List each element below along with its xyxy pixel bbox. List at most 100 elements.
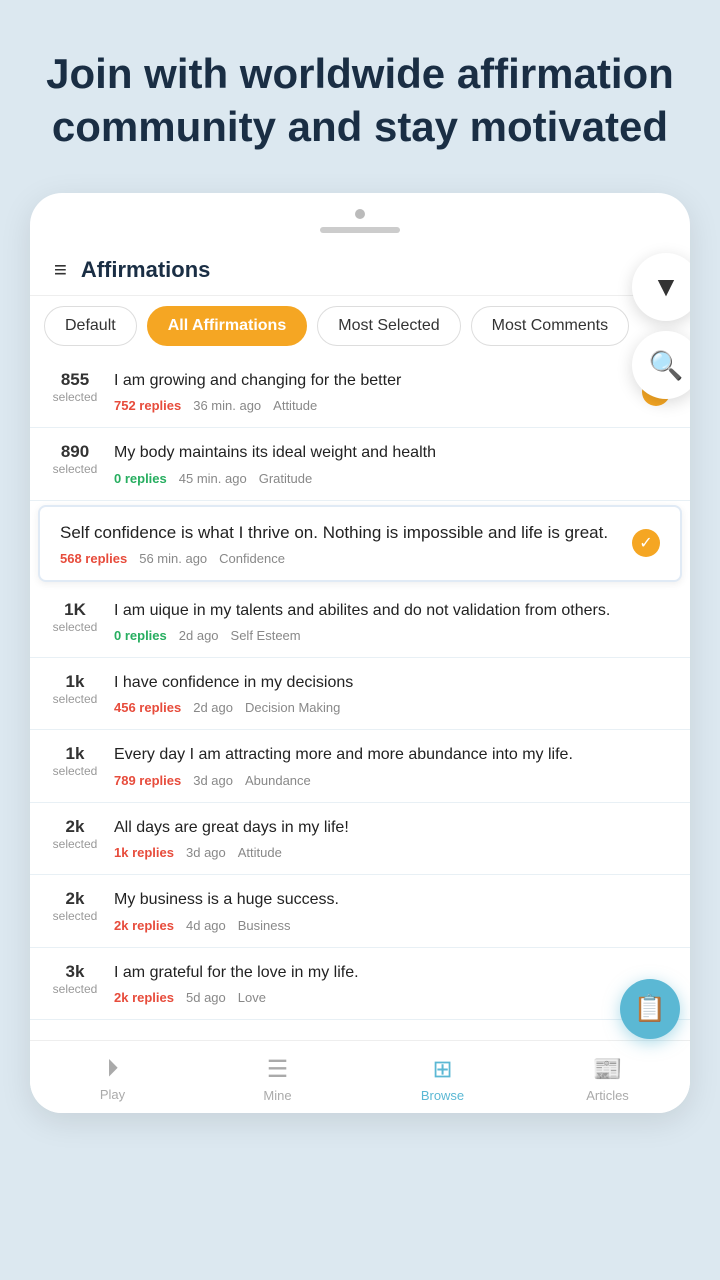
affirmation-meta: 456 replies 2d ago Decision Making <box>114 700 670 715</box>
affirmation-text: Every day I am attracting more and more … <box>114 744 670 766</box>
nav-browse-label: Browse <box>421 1088 464 1103</box>
replies-count: 2k replies <box>114 990 174 1005</box>
articles-icon: 📰 <box>593 1055 623 1084</box>
affirmation-text: Self confidence is what I thrive on. Not… <box>60 521 618 545</box>
affirmation-item[interactable]: 1K selected I am uique in my talents and… <box>30 586 690 658</box>
selected-count: 1k selected <box>50 672 100 706</box>
affirmation-meta: 1k replies 3d ago Attitude <box>114 845 670 860</box>
affirmation-text: I am grateful for the love in my life. <box>114 962 670 984</box>
nav-play[interactable]: ⏵ Play <box>30 1051 195 1107</box>
category: Abundance <box>245 773 311 788</box>
selected-count: 2k selected <box>50 817 100 851</box>
nav-articles-label: Articles <box>586 1088 629 1103</box>
hero-section: Join with worldwide affirmation communit… <box>0 0 720 153</box>
selected-count: 855 selected <box>50 370 100 404</box>
nav-mine-label: Mine <box>263 1088 291 1103</box>
affirmation-text: My business is a huge success. <box>114 889 670 911</box>
time-ago: 45 min. ago <box>179 471 247 486</box>
bottom-nav: ⏵ Play ☰ Mine ⊞ Browse 📰 Articles <box>30 1040 690 1113</box>
category: Self Esteem <box>231 628 301 643</box>
replies-count: 789 replies <box>114 773 181 788</box>
floating-buttons: ▼ 🔍 <box>632 253 690 399</box>
time-ago: 5d ago <box>186 990 226 1005</box>
search-icon: 🔍 <box>649 349 684 382</box>
affirmation-item[interactable]: 890 selected My body maintains its ideal… <box>30 428 690 500</box>
time-ago: 36 min. ago <box>193 398 261 413</box>
affirmation-content: Self confidence is what I thrive on. Not… <box>60 521 618 566</box>
affirmation-meta: 752 replies 36 min. ago Attitude <box>114 398 628 413</box>
time-ago: 3d ago <box>186 845 226 860</box>
replies-count: 0 replies <box>114 628 167 643</box>
filter-tabs: Default All Affirmations Most Selected M… <box>30 296 690 356</box>
nav-browse[interactable]: ⊞ Browse <box>360 1051 525 1107</box>
phone-card: ▼ 🔍 ≡ Affirmations Default All Affirmati… <box>30 193 690 1113</box>
affirmation-item[interactable]: 1k selected I have confidence in my deci… <box>30 658 690 730</box>
category: Decision Making <box>245 700 340 715</box>
affirmation-content: I am uique in my talents and abilites an… <box>114 600 670 643</box>
mine-icon: ☰ <box>267 1055 289 1084</box>
selected-count: 1k selected <box>50 744 100 778</box>
affirmation-content: My body maintains its ideal weight and h… <box>114 442 670 485</box>
replies-count: 456 replies <box>114 700 181 715</box>
tab-most-selected[interactable]: Most Selected <box>317 306 460 346</box>
affirmation-item[interactable]: 2k selected My business is a huge succes… <box>30 875 690 947</box>
affirmation-meta: 568 replies 56 min. ago Confidence <box>60 551 618 566</box>
affirmation-item[interactable]: 855 selected I am growing and changing f… <box>30 356 690 428</box>
affirmation-content: Every day I am attracting more and more … <box>114 744 670 787</box>
affirmation-item-highlighted[interactable]: Self confidence is what I thrive on. Not… <box>38 505 682 582</box>
affirmation-text: I am uique in my talents and abilites an… <box>114 600 670 622</box>
nav-play-label: Play <box>100 1087 125 1102</box>
affirmation-meta: 789 replies 3d ago Abundance <box>114 773 670 788</box>
selected-count: 2k selected <box>50 889 100 923</box>
fab-button[interactable]: 📋 <box>620 979 680 1039</box>
search-button[interactable]: 🔍 <box>632 331 690 399</box>
affirmation-meta: 0 replies 2d ago Self Esteem <box>114 628 670 643</box>
time-ago: 3d ago <box>193 773 233 788</box>
time-ago: 56 min. ago <box>139 551 207 566</box>
highlighted-item-wrapper: 🌿 920 selected Self confidence is what I… <box>30 505 690 582</box>
selected-count: 890 selected <box>50 442 100 476</box>
header-title: Affirmations <box>81 257 211 283</box>
affirmation-item[interactable]: 1k selected Every day I am attracting mo… <box>30 730 690 802</box>
nav-mine[interactable]: ☰ Mine <box>195 1051 360 1107</box>
menu-icon[interactable]: ≡ <box>54 257 67 283</box>
replies-count: 752 replies <box>114 398 181 413</box>
time-ago: 2d ago <box>193 700 233 715</box>
category: Attitude <box>273 398 317 413</box>
phone-notch <box>320 227 400 233</box>
affirmation-list: 855 selected I am growing and changing f… <box>30 356 690 1020</box>
filter-icon: ▼ <box>652 271 680 303</box>
hero-title: Join with worldwide affirmation communit… <box>40 48 680 153</box>
filter-button[interactable]: ▼ <box>632 253 690 321</box>
category: Love <box>238 990 266 1005</box>
affirmation-item[interactable]: 3k selected I am grateful for the love i… <box>30 948 690 1020</box>
browse-icon: ⊞ <box>432 1055 452 1084</box>
affirmation-text: I am growing and changing for the better <box>114 370 628 392</box>
tab-default[interactable]: Default <box>44 306 137 346</box>
nav-articles[interactable]: 📰 Articles <box>525 1051 690 1107</box>
affirmation-meta: 0 replies 45 min. ago Gratitude <box>114 471 670 486</box>
affirmation-text: My body maintains its ideal weight and h… <box>114 442 670 464</box>
tab-all-affirmations[interactable]: All Affirmations <box>147 306 308 346</box>
selected-count: 1K selected <box>50 600 100 634</box>
category: Attitude <box>238 845 282 860</box>
category: Gratitude <box>259 471 312 486</box>
replies-count: 1k replies <box>114 845 174 860</box>
affirmation-meta: 2k replies 4d ago Business <box>114 918 670 933</box>
selected-count: 3k selected <box>50 962 100 996</box>
play-icon: ⏵ <box>107 1055 119 1083</box>
phone-dot <box>355 209 365 219</box>
replies-count: 0 replies <box>114 471 167 486</box>
affirmation-item[interactable]: 2k selected All days are great days in m… <box>30 803 690 875</box>
check-icon: ✓ <box>632 529 660 557</box>
tab-most-comments[interactable]: Most Comments <box>471 306 629 346</box>
replies-count: 2k replies <box>114 918 174 933</box>
category: Confidence <box>219 551 285 566</box>
app-header: ≡ Affirmations <box>30 245 690 296</box>
affirmation-text: I have confidence in my decisions <box>114 672 670 694</box>
time-ago: 4d ago <box>186 918 226 933</box>
affirmation-text: All days are great days in my life! <box>114 817 670 839</box>
replies-count: 568 replies <box>60 551 127 566</box>
affirmation-content: I have confidence in my decisions 456 re… <box>114 672 670 715</box>
affirmation-meta: 2k replies 5d ago Love <box>114 990 670 1005</box>
